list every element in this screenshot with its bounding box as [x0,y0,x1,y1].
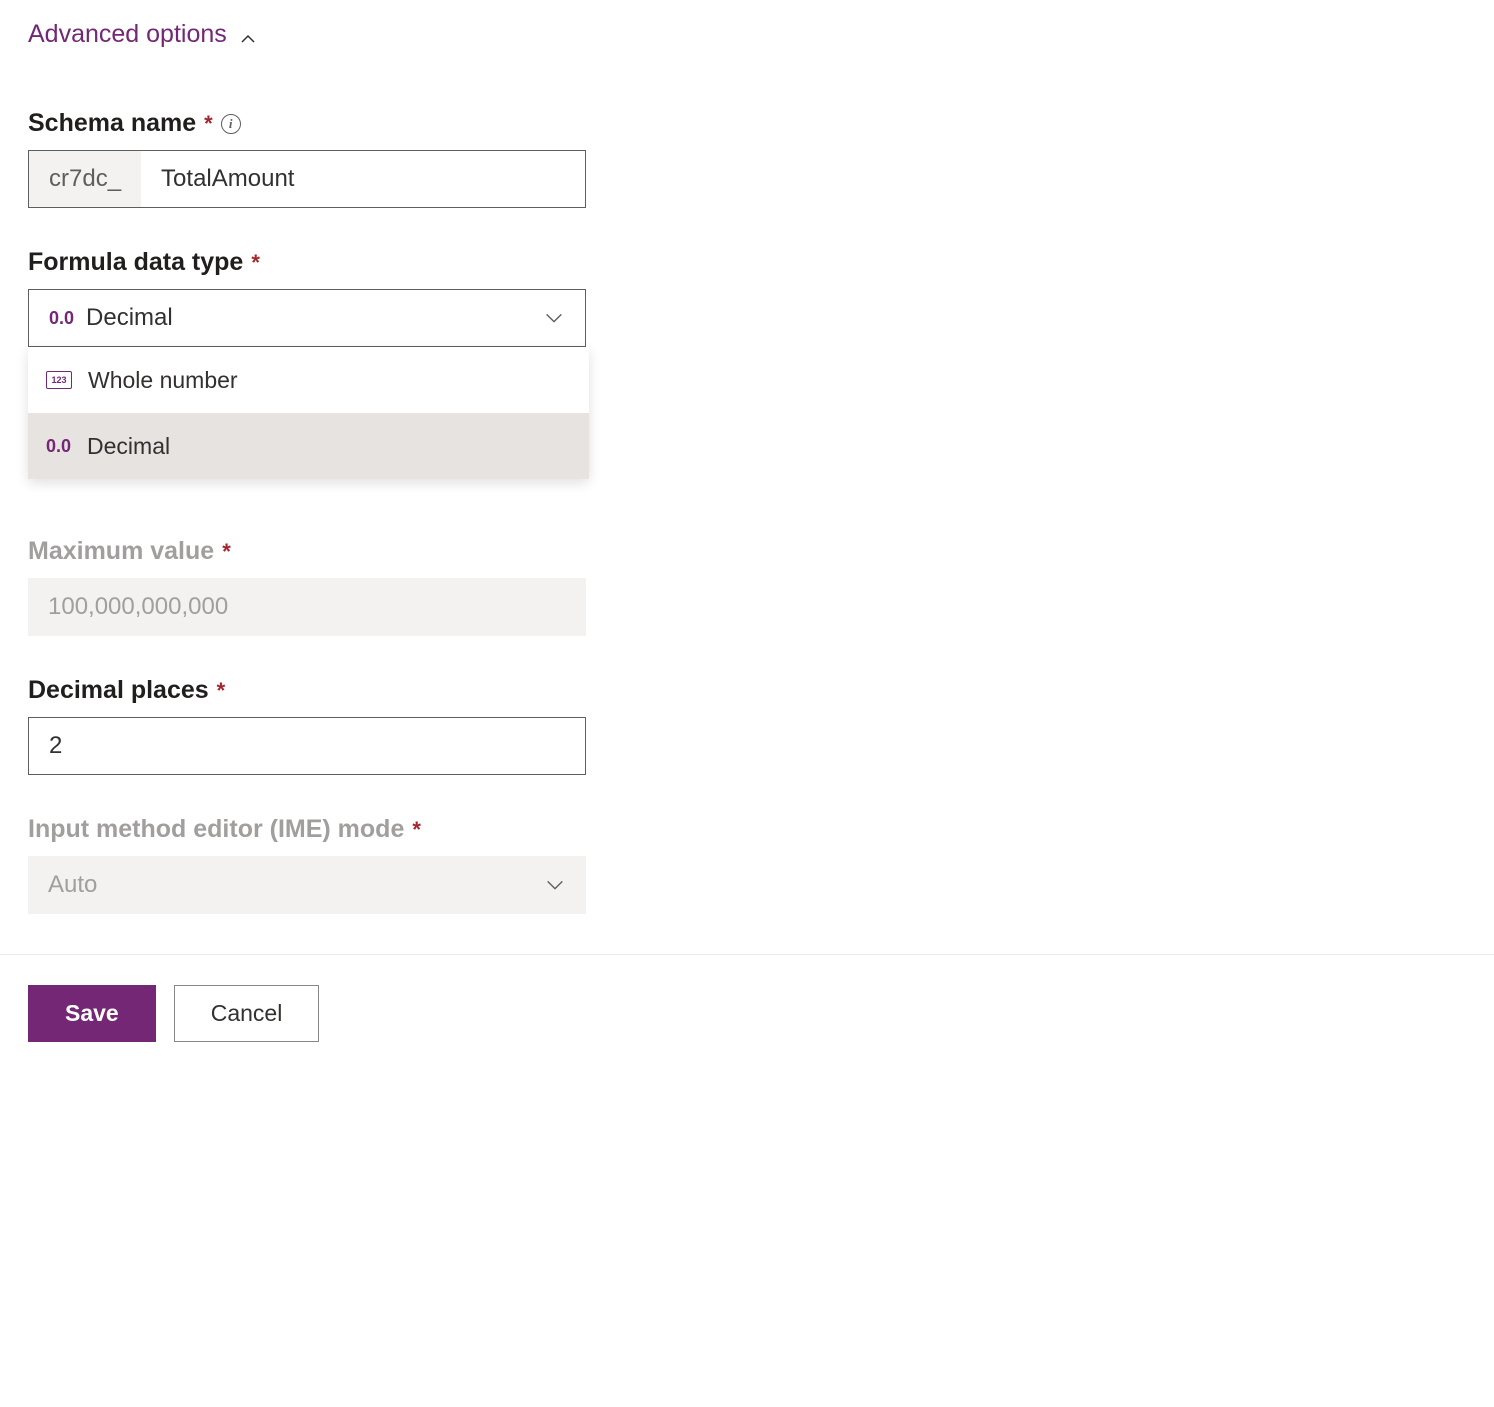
formula-data-type-dropdown: 123 Whole number 0.0 Decimal [28,347,589,479]
maximum-value-label-row: Maximum value * [28,537,1466,566]
ime-mode-select: Auto [28,856,586,914]
schema-name-input[interactable] [141,151,585,207]
dropdown-option-whole-number[interactable]: 123 Whole number [28,347,589,413]
formula-data-type-value: Decimal [86,304,531,332]
schema-name-label-row: Schema name * i [28,109,1466,138]
advanced-options-label: Advanced options [28,20,227,49]
chevron-down-icon [544,874,566,896]
required-asterisk: * [251,250,260,276]
decimal-places-group: Decimal places * [28,676,1466,775]
decimal-places-label-row: Decimal places * [28,676,1466,705]
ime-mode-label-row: Input method editor (IME) mode * [28,815,1466,844]
info-icon[interactable]: i [221,114,241,134]
chevron-down-icon [543,307,565,329]
formula-data-type-label: Formula data type [28,248,243,277]
decimal-type-icon: 0.0 [49,308,74,329]
decimal-type-icon: 0.0 [46,436,71,457]
ime-mode-value: Auto [48,871,532,899]
footer-buttons: Save Cancel [28,955,1466,1042]
maximum-value-input [28,578,586,636]
ime-mode-label: Input method editor (IME) mode [28,815,404,844]
schema-name-label: Schema name [28,109,196,138]
required-asterisk: * [204,111,213,137]
schema-name-prefix: cr7dc_ [29,151,141,207]
formula-data-type-select[interactable]: 0.0 Decimal [28,289,586,347]
formula-data-type-label-row: Formula data type * [28,248,1466,277]
formula-data-type-group: Formula data type * 0.0 Decimal 123 Whol… [28,248,1466,347]
dropdown-option-label: Whole number [88,367,238,394]
chevron-up-icon [239,26,257,44]
decimal-places-label: Decimal places [28,676,209,705]
whole-number-type-icon: 123 [46,371,72,389]
dropdown-option-decimal[interactable]: 0.0 Decimal [28,413,589,479]
formula-data-type-select-wrapper: 0.0 Decimal 123 Whole number 0.0 Decimal [28,289,586,347]
ime-mode-group: Input method editor (IME) mode * Auto [28,815,1466,914]
schema-name-group: Schema name * i cr7dc_ [28,109,1466,208]
maximum-value-label: Maximum value [28,537,214,566]
maximum-value-group: Maximum value * [28,537,1466,636]
save-button[interactable]: Save [28,985,156,1042]
cancel-button[interactable]: Cancel [174,985,320,1042]
advanced-options-toggle[interactable]: Advanced options [28,20,1466,49]
required-asterisk: * [217,678,226,704]
dropdown-option-label: Decimal [87,433,170,460]
decimal-places-input[interactable] [28,717,586,775]
required-asterisk: * [222,539,231,565]
required-asterisk: * [412,817,421,843]
schema-name-input-wrapper: cr7dc_ [28,150,586,208]
